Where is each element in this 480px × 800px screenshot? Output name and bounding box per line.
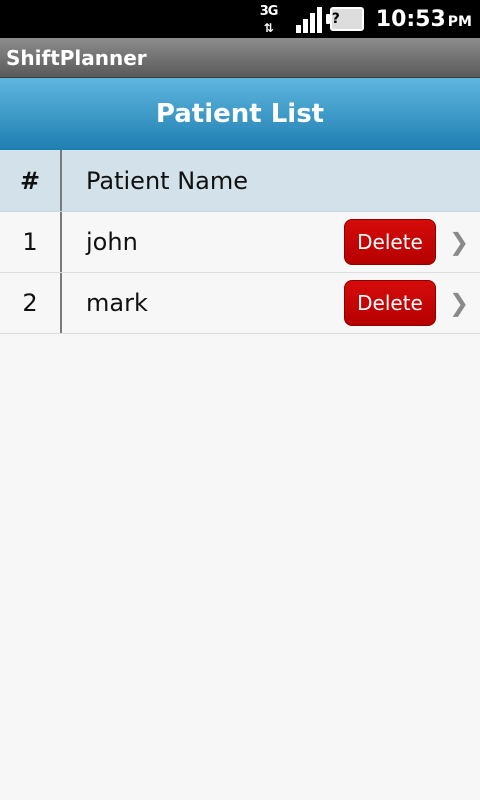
row-number: 2 bbox=[22, 289, 38, 317]
clock: 10:53 PM bbox=[376, 7, 472, 32]
page-header: Patient List bbox=[0, 78, 480, 150]
row-number: 1 bbox=[22, 228, 38, 256]
table-header: # Patient Name bbox=[0, 150, 480, 212]
delete-button[interactable]: Delete bbox=[344, 219, 436, 265]
patient-name: mark bbox=[86, 289, 148, 317]
status-bar: 3G ⇅ ? 10:53 PM bbox=[0, 0, 480, 38]
column-header-number: # bbox=[19, 166, 41, 195]
battery-unknown-icon: ? bbox=[325, 7, 364, 31]
clock-ampm: PM bbox=[447, 13, 472, 30]
delete-button[interactable]: Delete bbox=[344, 280, 436, 326]
signal-strength-icon bbox=[295, 5, 322, 33]
chevron-right-icon[interactable]: ❯ bbox=[444, 228, 474, 256]
clock-time: 10:53 bbox=[375, 6, 446, 32]
table-row[interactable]: 2 mark Delete ❯ bbox=[0, 273, 480, 334]
table-row[interactable]: 1 john Delete ❯ bbox=[0, 212, 480, 273]
app-title: ShiftPlanner bbox=[6, 45, 147, 70]
patient-name: john bbox=[86, 228, 138, 256]
network-3g-icon: 3G ⇅ bbox=[259, 4, 279, 35]
page-title: Patient List bbox=[155, 99, 325, 129]
chevron-right-icon[interactable]: ❯ bbox=[444, 289, 474, 317]
app-title-bar: ShiftPlanner bbox=[0, 38, 480, 78]
column-header-patient-name: Patient Name bbox=[86, 166, 248, 195]
